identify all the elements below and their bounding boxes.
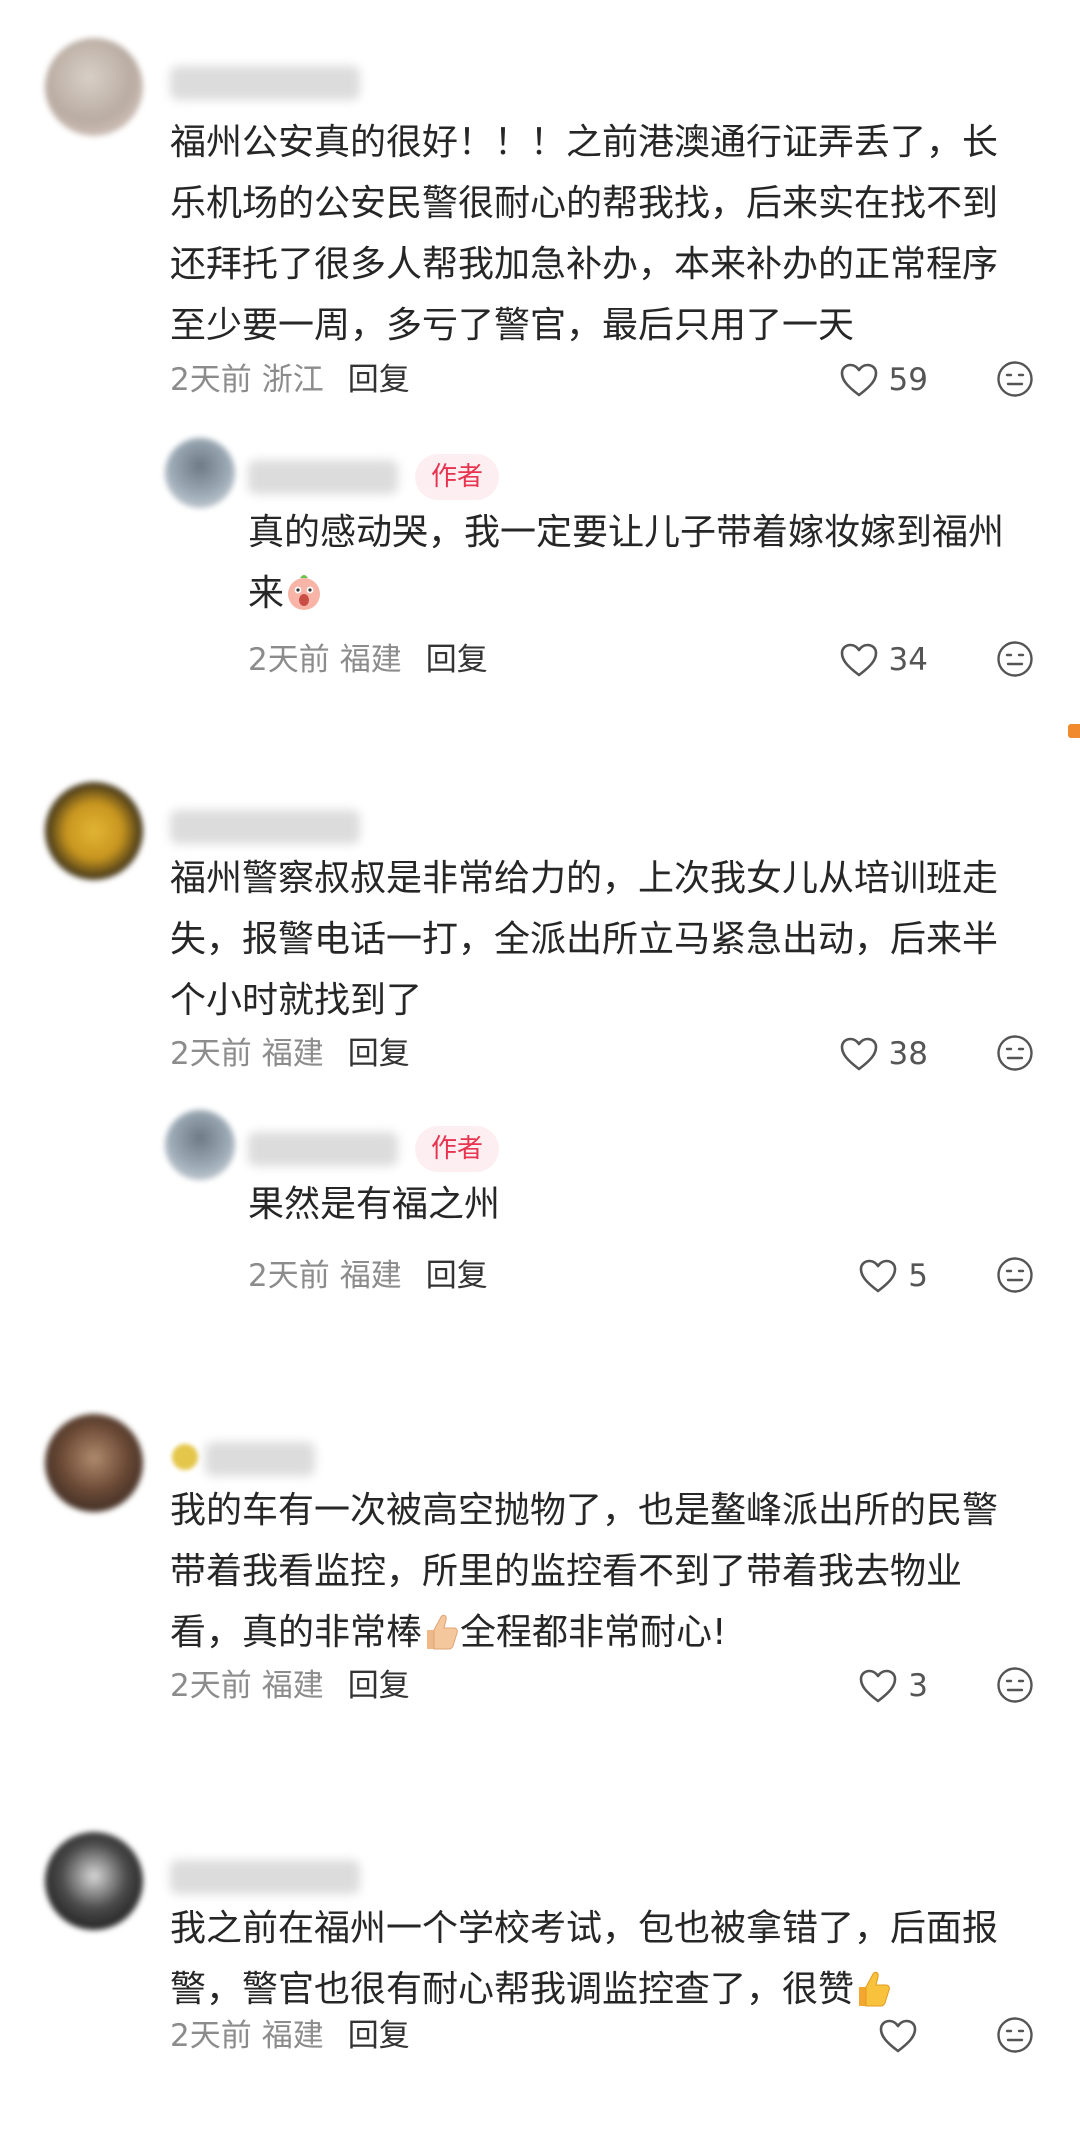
reply-button[interactable]: 回复 — [426, 642, 488, 678]
comment-location: 浙江 — [261, 362, 324, 398]
comment-text-content: 全程都非常耐心! — [460, 1612, 727, 1653]
neutral-face-icon[interactable] — [996, 1666, 1034, 1704]
comment-text: 福州公安真的很好！！！之前港澳通行证弄丢了，长乐机场的公安民警很耐心的帮我找，后… — [170, 122, 999, 346]
comment-text: 福州警察叔叔是非常给力的，上次我女儿从培训班走失，报警电话一打，全派出所立马紧急… — [170, 858, 999, 1021]
like-button[interactable]: 59 — [839, 358, 928, 402]
like-button[interactable]: 5 — [858, 1254, 928, 1298]
reply-button[interactable]: 回复 — [426, 1258, 488, 1294]
reply-time: 2天前 — [248, 1258, 330, 1294]
username-blurred[interactable] — [170, 810, 360, 844]
reply-location: 福建 — [339, 642, 402, 678]
username-blurred[interactable] — [205, 1442, 315, 1476]
heart-outline-icon — [840, 1037, 877, 1071]
reply-text: 果然是有福之州 — [248, 1184, 501, 1225]
reply-button[interactable]: 回复 — [348, 2018, 410, 2054]
pig-face-emoji — [288, 575, 321, 610]
like-count: 5 — [908, 1258, 928, 1294]
thumbs-up-emoji — [427, 1614, 458, 1650]
avatar[interactable] — [45, 38, 143, 136]
like-button[interactable]: 38 — [839, 1032, 928, 1076]
neutral-face-icon[interactable] — [996, 2016, 1034, 2054]
heart-outline-icon — [859, 1669, 897, 1703]
reply-time: 2天前 — [248, 642, 330, 678]
reply-button[interactable]: 回复 — [348, 1668, 410, 1704]
avatar[interactable] — [165, 1110, 235, 1180]
scroll-indicator[interactable] — [1068, 724, 1080, 738]
heart-outline-icon — [879, 2019, 917, 2053]
comment-time: 2天前 — [170, 362, 252, 398]
comment-meta: 2天前 福建 回复 — [170, 1664, 410, 1708]
comment-location: 福建 — [261, 1036, 324, 1072]
author-badge: 作者 — [415, 1126, 500, 1172]
reply-text-content: 真的感动哭，我一定要让儿子带着嫁妆嫁到福州来 — [248, 512, 1005, 614]
avatar[interactable] — [45, 1832, 143, 1930]
comment-text: 我的车有一次被高空抛物了，也是鳌峰派出所的民警带着我看监控，所里的监控看不到了带… — [170, 1480, 1005, 1663]
neutral-face-icon[interactable] — [996, 1256, 1034, 1294]
username-blurred[interactable] — [170, 66, 360, 100]
neutral-face-icon[interactable] — [996, 640, 1034, 678]
neutral-face-icon[interactable] — [996, 1034, 1034, 1072]
reply-button[interactable]: 回复 — [348, 1036, 410, 1072]
reply-location: 福建 — [339, 1258, 402, 1294]
like-count: 34 — [888, 642, 928, 678]
author-badge: 作者 — [415, 454, 500, 500]
avatar[interactable] — [45, 782, 143, 880]
reply-button[interactable]: 回复 — [348, 362, 410, 398]
comment-meta: 2天前 福建 回复 — [170, 1032, 410, 1076]
like-count: 38 — [888, 1036, 928, 1072]
comment-time: 2天前 — [170, 1668, 252, 1704]
avatar[interactable] — [165, 438, 235, 508]
comment-meta: 2天前 福建 回复 — [170, 2014, 410, 2058]
heart-outline-icon — [840, 363, 877, 397]
like-count: 3 — [908, 1668, 928, 1704]
heart-outline-icon — [840, 643, 877, 677]
comment-meta: 2天前 浙江 回复 — [170, 358, 410, 402]
neutral-face-icon[interactable] — [996, 360, 1034, 398]
reply-meta: 2天前 福建 回复 — [248, 1254, 488, 1298]
reply-meta: 2天前 福建 回复 — [248, 638, 488, 682]
comment-text: 我之前在福州一个学校考试，包也被拿错了，后面报警，警官也很有耐心帮我调监控查了，… — [170, 1898, 1005, 2020]
username-blurred[interactable] — [170, 1860, 360, 1894]
comment-location: 福建 — [261, 2018, 324, 2054]
comment-time: 2天前 — [170, 2018, 252, 2054]
username-blurred[interactable] — [248, 460, 398, 494]
comment-location: 福建 — [261, 1668, 324, 1704]
reply-text: 真的感动哭，我一定要让儿子带着嫁妆嫁到福州来 — [248, 502, 1005, 624]
like-button[interactable]: 3 — [858, 1664, 928, 1708]
like-count: 59 — [888, 362, 928, 398]
avatar[interactable] — [45, 1414, 143, 1512]
like-button[interactable]: 34 — [839, 638, 928, 682]
thumbs-up-emoji — [859, 1971, 890, 2007]
username-blurred[interactable] — [248, 1132, 398, 1166]
heart-outline-icon — [859, 1259, 897, 1293]
username-emoji — [172, 1444, 198, 1470]
comment-time: 2天前 — [170, 1036, 252, 1072]
like-button[interactable] — [878, 2014, 928, 2058]
